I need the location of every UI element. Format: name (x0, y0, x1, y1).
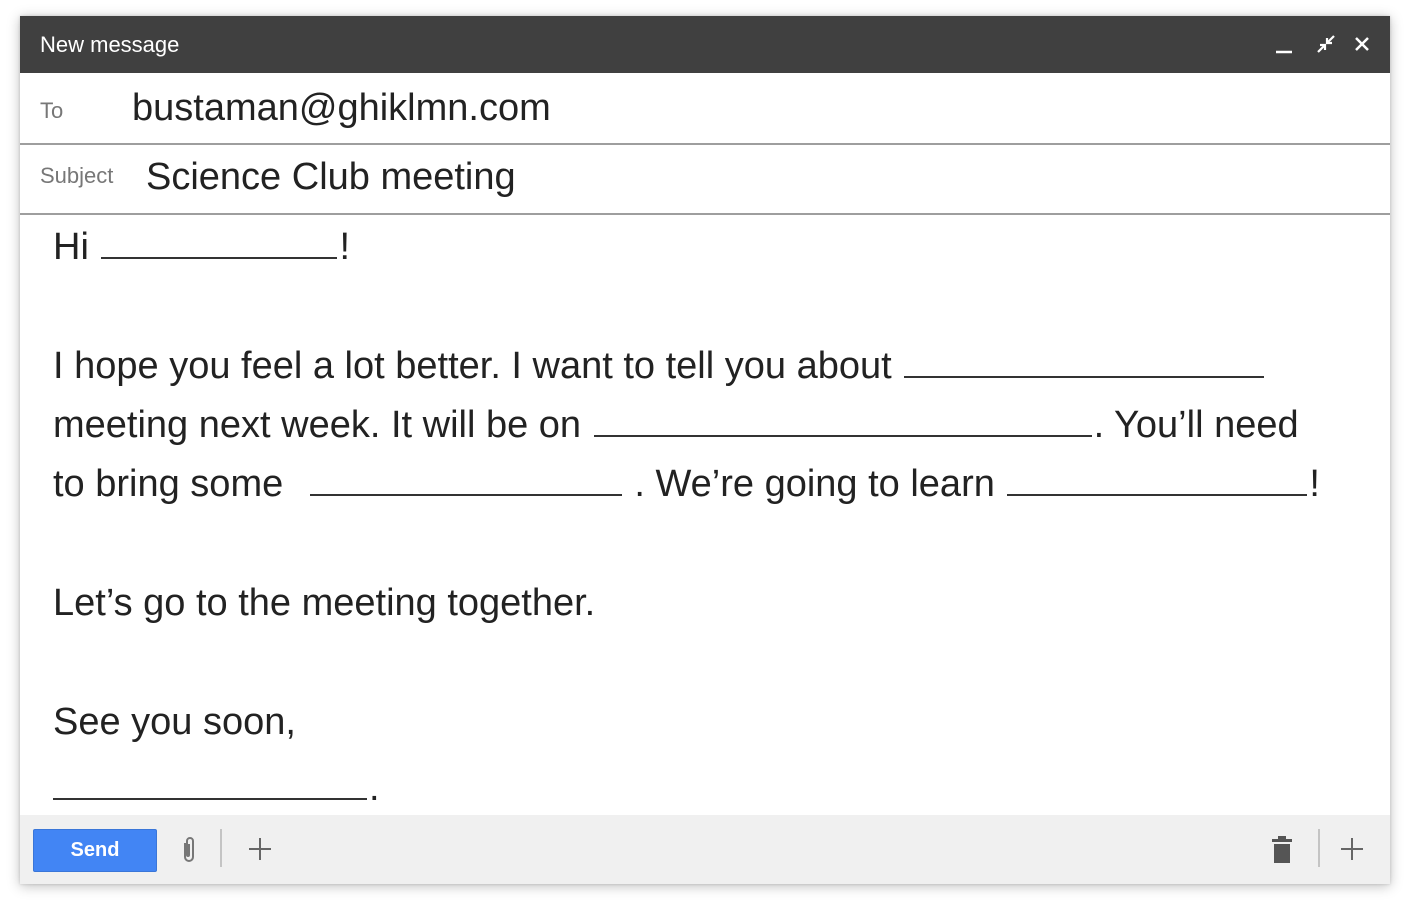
footer-divider-left (220, 829, 222, 867)
greeting-line: Hi ! (53, 224, 350, 270)
subject-label: Subject (40, 163, 114, 188)
body-line-5-text: See you soon, (53, 701, 296, 743)
window-title: New message (40, 32, 180, 57)
footer-divider-right (1318, 829, 1320, 867)
to-label: To (40, 98, 64, 123)
body-line-4-text: Let’s go to the meeting together. (53, 582, 596, 624)
blank-items-to-bring[interactable] (309, 462, 622, 496)
minimize-icon[interactable] (1270, 30, 1298, 58)
signature-suffix: . (369, 767, 380, 809)
popout-icon[interactable] (1312, 30, 1340, 58)
signature-line: . (53, 765, 380, 811)
trash-icon[interactable] (1270, 835, 1294, 865)
compose-titlebar: New message (20, 16, 1390, 73)
body-line-1: I hope you feel a lot better. I want to … (53, 343, 1266, 389)
body-line-3-middle: . We’re going to learn (634, 463, 995, 505)
close-icon[interactable] (1348, 30, 1376, 58)
body-line-2-suffix: . You’ll need (1093, 404, 1299, 446)
to-input[interactable]: bustaman@ghiklmn.com (132, 87, 551, 130)
blank-signature[interactable] (53, 766, 367, 800)
body-line-2: meeting next week. It will be on . You’l… (53, 402, 1299, 448)
paperclip-icon[interactable] (178, 835, 200, 865)
blank-topic-to-learn[interactable] (1007, 462, 1308, 496)
body-line-2-prefix: meeting next week. It will be on (53, 404, 582, 446)
body-line-3-suffix: ! (1309, 463, 1320, 505)
body-line-1-text: I hope you feel a lot better. I want to … (53, 345, 892, 387)
plus-icon[interactable] (1338, 835, 1366, 863)
body-line-3-prefix: to bring some (53, 463, 284, 505)
body-line-4: Let’s go to the meeting together. (53, 580, 595, 626)
blank-club-name[interactable] (904, 344, 1265, 378)
compose-footer: Send (20, 815, 1390, 884)
greeting-prefix: Hi (53, 226, 89, 268)
compose-window: New message To bustaman@ghiklmn.com Subj… (20, 16, 1390, 884)
subject-input[interactable]: Science Club meeting (146, 156, 516, 199)
blank-recipient-name[interactable] (101, 225, 338, 259)
message-body[interactable]: Hi ! I hope you feel a lot better. I wan… (20, 215, 1390, 815)
plus-icon[interactable] (246, 835, 274, 863)
greeting-suffix: ! (339, 226, 351, 268)
to-field-row[interactable]: To bustaman@ghiklmn.com (20, 73, 1390, 145)
send-button[interactable]: Send (33, 829, 157, 872)
body-line-5: See you soon, (53, 699, 296, 745)
blank-meeting-date[interactable] (593, 403, 1092, 437)
subject-field-row[interactable]: Subject Science Club meeting (20, 145, 1390, 215)
body-line-3: to bring some . We’re going to learn ! (53, 461, 1320, 507)
